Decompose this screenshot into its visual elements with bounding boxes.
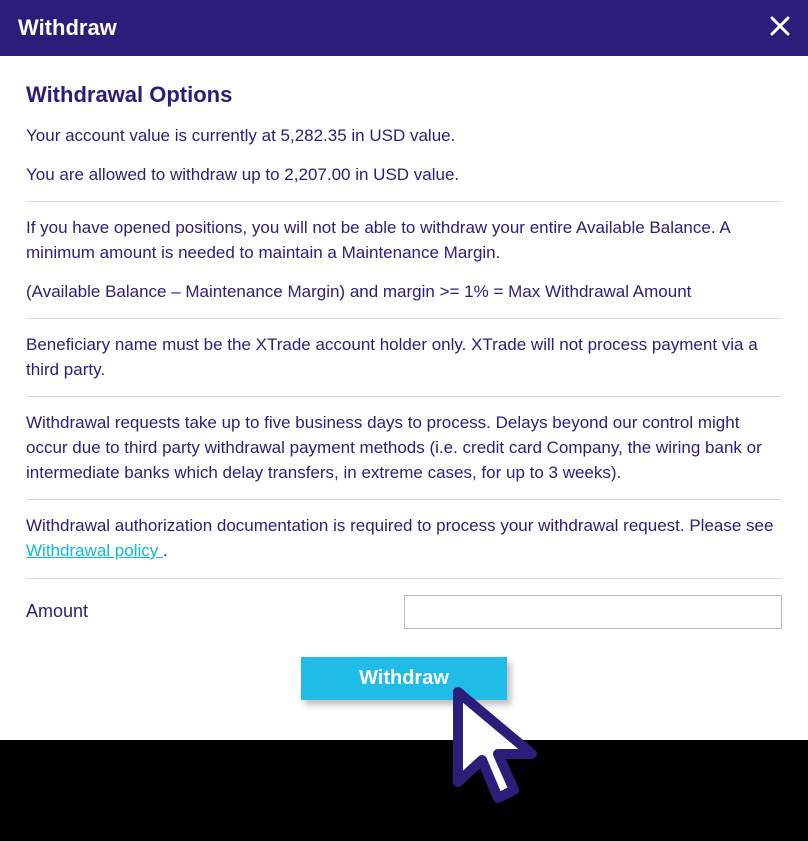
section-heading: Withdrawal Options: [26, 82, 782, 108]
amount-input[interactable]: [404, 595, 782, 629]
formula-note: (Available Balance – Maintenance Margin)…: [26, 280, 782, 305]
close-icon[interactable]: [770, 16, 790, 41]
divider: [26, 499, 782, 500]
amount-row: Amount: [26, 595, 782, 629]
dialog-body: Withdrawal Options Your account value is…: [0, 56, 808, 740]
submit-row: Withdraw: [26, 657, 782, 700]
positions-note: If you have opened positions, you will n…: [26, 216, 782, 265]
withdraw-dialog: Withdraw Withdrawal Options Your account…: [0, 0, 808, 740]
divider: [26, 396, 782, 397]
withdraw-button[interactable]: Withdraw: [301, 657, 507, 700]
divider: [26, 578, 782, 579]
authorization-note: Withdrawal authorization documentation i…: [26, 514, 782, 563]
withdrawal-policy-link[interactable]: Withdrawal policy: [26, 541, 163, 560]
authorization-prefix: Withdrawal authorization documentation i…: [26, 516, 773, 535]
amount-label: Amount: [26, 601, 88, 622]
backdrop: [0, 740, 808, 840]
allowed-withdraw-text: You are allowed to withdraw up to 2,207.…: [26, 163, 782, 188]
account-value-text: Your account value is currently at 5,282…: [26, 124, 782, 149]
dialog-titlebar: Withdraw: [0, 0, 808, 56]
divider: [26, 201, 782, 202]
dialog-title: Withdraw: [18, 15, 117, 41]
delay-note: Withdrawal requests take up to five busi…: [26, 411, 782, 485]
beneficiary-note: Beneficiary name must be the XTrade acco…: [26, 333, 782, 382]
authorization-suffix: .: [163, 541, 168, 560]
divider: [26, 318, 782, 319]
